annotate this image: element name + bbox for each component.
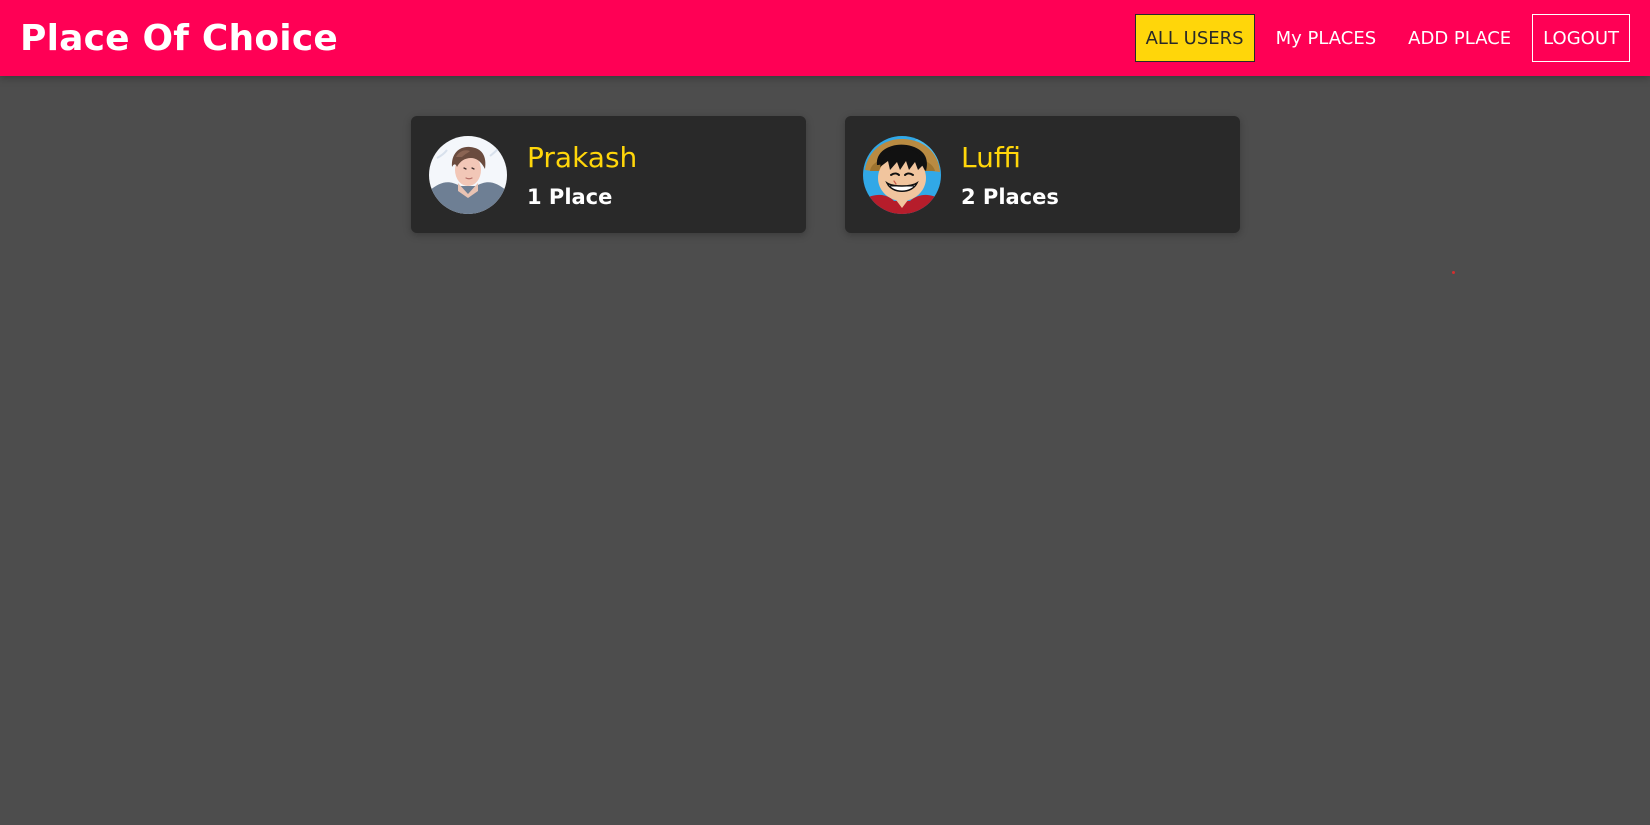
anime-boy-avatar-icon <box>429 135 507 214</box>
luffy-avatar-icon <box>863 135 941 214</box>
user-place-count: 1 Place <box>527 184 613 209</box>
user-name: Prakash <box>527 140 638 174</box>
user-avatar <box>863 135 941 214</box>
user-place-count: 2 Places <box>961 184 1059 209</box>
main-header: Place Of Choice ALL USERS My PLACES ADD … <box>0 0 1650 76</box>
user-info: Prakash 1 Place <box>527 140 637 210</box>
user-avatar <box>429 135 507 214</box>
red-dot-marker <box>1452 271 1455 274</box>
users-list: Prakash 1 Place Luffi 2 Places <box>411 116 1240 233</box>
nav-all-users[interactable]: ALL USERS <box>1134 14 1255 62</box>
user-card-luffi[interactable]: Luffi 2 Places <box>845 116 1240 233</box>
logout-button[interactable]: LOGOUT <box>1532 14 1630 62</box>
user-info: Luffi 2 Places <box>961 140 1059 210</box>
site-title-link[interactable]: Place Of Choice <box>20 18 338 59</box>
user-name: Luffi <box>961 140 1021 174</box>
nav-add-place[interactable]: ADD PLACE <box>1397 14 1522 62</box>
main-navigation: ALL USERS My PLACES ADD PLACE LOGOUT <box>1134 14 1630 62</box>
user-card-prakash[interactable]: Prakash 1 Place <box>411 116 806 233</box>
nav-my-places[interactable]: My PLACES <box>1265 14 1388 62</box>
